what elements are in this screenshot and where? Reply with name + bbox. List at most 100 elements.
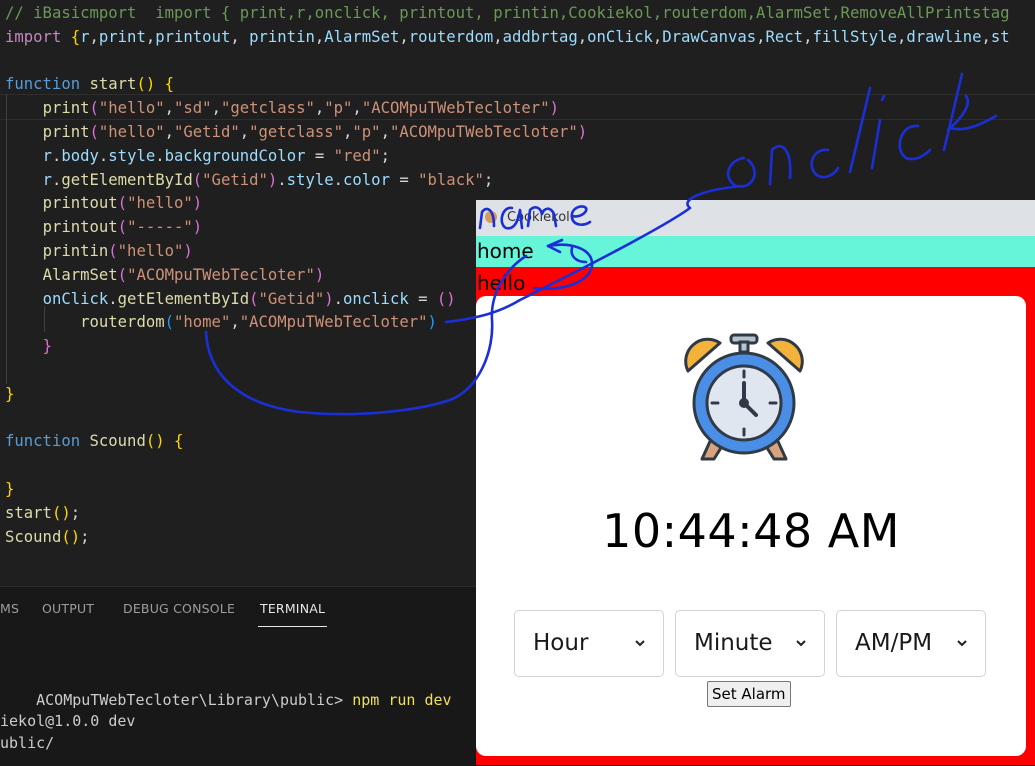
- code-token: (): [61, 527, 81, 546]
- code-token: r: [80, 27, 90, 46]
- alarm-card: 10:44:48 AM Hour Minute AM/PM Set Alarm: [476, 296, 1026, 756]
- code-token: print: [42, 99, 90, 118]
- code-token: (: [117, 194, 128, 213]
- code-token: "p": [352, 123, 381, 141]
- code-token: routerdom: [408, 27, 494, 46]
- code-token: import: [5, 27, 71, 46]
- code-token: "hello": [98, 123, 165, 141]
- code-token: (: [117, 218, 128, 237]
- code-token: start: [89, 75, 137, 94]
- nav-link-home[interactable]: home: [477, 239, 534, 263]
- terminal-path: ACOMpuTWebTecloter\Library\public>: [36, 691, 353, 709]
- code-token: (: [164, 313, 174, 332]
- code-token: printin: [42, 242, 109, 260]
- code-token: (: [117, 265, 128, 284]
- code-line[interactable]: }: [5, 382, 14, 406]
- code-token: printout: [42, 218, 118, 237]
- tab-debug-console[interactable]: DEBUG CONSOLE: [123, 601, 235, 616]
- hour-select[interactable]: Hour: [514, 610, 664, 677]
- code-line[interactable]: printout("-----"): [5, 215, 203, 239]
- terminal-command: npm run dev: [352, 691, 452, 709]
- code-line[interactable]: import {r,print,printout, printin,AlarmS…: [5, 25, 1010, 49]
- code-line[interactable]: }: [5, 334, 52, 358]
- current-time: 10:44:48 AM: [602, 504, 900, 558]
- code-token: .: [333, 170, 344, 189]
- code-token: color: [343, 170, 390, 189]
- code-line[interactable]: r.getElementById("Getid").style.color = …: [5, 168, 494, 192]
- code-token: ;: [483, 170, 494, 189]
- code-token: ,: [239, 123, 250, 141]
- code-token: "-----": [127, 218, 193, 237]
- code-token: ,: [981, 27, 991, 46]
- browser-tab-bar: Cookiekol: [476, 200, 1035, 236]
- code-line[interactable]: Scound();: [5, 525, 90, 549]
- code-token: ,: [352, 99, 362, 118]
- code-token: printout: [42, 194, 118, 213]
- code-token: (: [108, 242, 118, 260]
- code-token: // iBasicmport import { print,r,onclick,…: [5, 4, 1010, 22]
- code-token: ;: [80, 527, 90, 546]
- code-line[interactable]: onClick.getElementById("Getid").onclick …: [5, 287, 456, 311]
- code-token: ): [324, 289, 334, 308]
- code-token: ,: [230, 313, 240, 332]
- code-line[interactable]: function Scound() {: [5, 429, 183, 453]
- code-token: ): [549, 99, 559, 118]
- alarm-clock-icon: [684, 333, 804, 461]
- code-line[interactable]: print("hello","Getid","getclass","p","AC…: [5, 120, 588, 144]
- chevron-down-icon: [796, 640, 806, 647]
- code-token: "hello": [98, 99, 165, 118]
- code-token: Scound: [5, 527, 62, 546]
- code-token: r: [42, 146, 52, 165]
- code-token: ): [427, 313, 437, 332]
- code-token: .: [51, 170, 62, 189]
- code-line[interactable]: r.body.style.backgroundColor = "red";: [5, 144, 390, 168]
- code-token: ,: [89, 27, 99, 46]
- code-token: }: [5, 480, 15, 498]
- tab-problems[interactable]: MS: [0, 601, 19, 616]
- code-token: ): [192, 194, 203, 213]
- minute-select[interactable]: Minute: [675, 610, 825, 677]
- code-token: () {: [136, 75, 175, 94]
- code-token: "ACOMpuTWebTecloter": [389, 123, 578, 141]
- code-token: r: [42, 170, 52, 189]
- code-line[interactable]: printin("hello"): [5, 239, 193, 263]
- code-token: "home": [174, 313, 231, 332]
- code-line[interactable]: // iBasicmport import { print,r,onclick,…: [5, 1, 1010, 25]
- code-token: function: [5, 432, 90, 451]
- code-line[interactable]: }: [5, 477, 14, 501]
- ampm-select[interactable]: AM/PM: [836, 610, 986, 677]
- code-token: "black": [418, 170, 484, 189]
- code-token: print: [42, 123, 90, 141]
- code-token: ,: [211, 99, 221, 118]
- code-token: (: [89, 99, 99, 118]
- code-token: AlarmSet: [42, 265, 118, 284]
- code-line[interactable]: AlarmSet("ACOMpuTWebTecloter"): [5, 263, 325, 287]
- set-alarm-button[interactable]: Set Alarm: [707, 681, 791, 707]
- code-token: "getclass": [220, 99, 315, 118]
- tab-output[interactable]: OUTPUT: [42, 601, 94, 616]
- code-token: ,: [399, 27, 409, 46]
- code-token: ,: [756, 27, 766, 46]
- minute-select-value: Minute: [694, 630, 773, 656]
- code-token: ,: [380, 123, 390, 141]
- code-line[interactable]: start();: [5, 501, 80, 525]
- code-line[interactable]: printout("hello"): [5, 191, 203, 215]
- code-token: "getclass": [249, 123, 344, 141]
- code-token: printin: [249, 27, 315, 46]
- code-token: style: [108, 146, 156, 165]
- tab-terminal[interactable]: TERMINAL: [260, 601, 325, 616]
- code-token: (: [89, 123, 99, 141]
- terminal-output-line: iekol@1.0.0 dev: [0, 712, 136, 730]
- nav-link-hello[interactable]: hello: [477, 271, 525, 295]
- code-line[interactable]: print("hello","sd","getclass","p","ACOMp…: [5, 96, 559, 120]
- code-line[interactable]: routerdom("home","ACOMpuTWebTecloter"): [5, 310, 437, 334]
- code-line[interactable]: function start() {: [5, 72, 174, 96]
- code-token: .: [108, 289, 118, 308]
- browser-tab-title[interactable]: Cookiekol: [507, 210, 570, 225]
- code-token: ;: [70, 503, 81, 522]
- code-token: .: [277, 170, 287, 189]
